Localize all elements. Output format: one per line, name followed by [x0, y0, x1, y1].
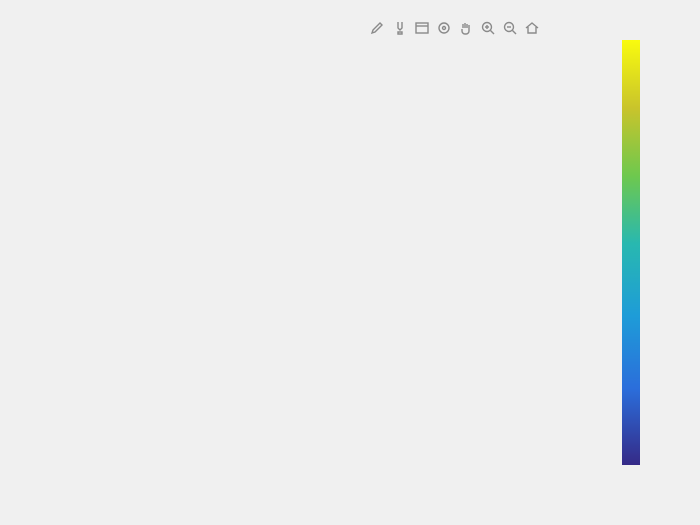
- brush-icon[interactable]: [370, 20, 386, 39]
- zoom-out-icon[interactable]: [502, 20, 518, 39]
- axes-toolbar: [370, 20, 540, 39]
- panel-icon[interactable]: [414, 20, 430, 39]
- home-icon[interactable]: [524, 20, 540, 39]
- zoom-in-icon[interactable]: [480, 20, 496, 39]
- target-icon[interactable]: [436, 20, 452, 39]
- figure-window: [0, 0, 700, 525]
- surface-plot: [70, 48, 560, 488]
- colorbar[interactable]: [622, 40, 640, 465]
- pan-hand-icon[interactable]: [458, 20, 474, 39]
- pipette-icon[interactable]: [392, 20, 408, 39]
- axes-3d[interactable]: [70, 48, 560, 488]
